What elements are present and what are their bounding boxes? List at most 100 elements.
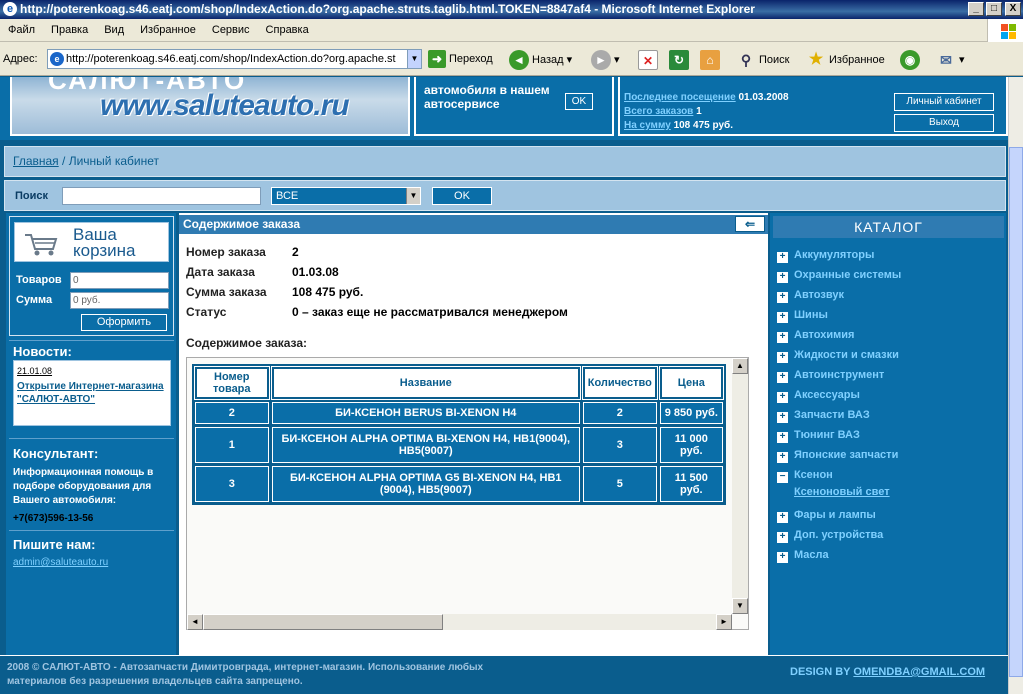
catalog-item-label[interactable]: Запчасти ВАЗ: [794, 409, 870, 421]
table-cell: 1: [195, 427, 269, 463]
search-icon: ⚲: [736, 50, 756, 70]
expand-icon[interactable]: +: [777, 412, 788, 423]
page-scrollbar[interactable]: [1008, 77, 1023, 694]
catalog-item-label[interactable]: Фары и лампы: [794, 509, 876, 521]
breadcrumb-current: Личный кабинет: [68, 154, 159, 168]
close-button[interactable]: X: [1005, 2, 1021, 16]
catalog-item-label[interactable]: Охранные системы: [794, 269, 901, 281]
scroll-down-icon[interactable]: ▼: [732, 598, 748, 614]
site-logo[interactable]: САЛЮТ-АВТО www.saluteauto.ru: [10, 77, 410, 136]
search-input[interactable]: [62, 187, 261, 205]
go-button[interactable]: ➜ Переход: [428, 50, 493, 70]
scroll-right-icon[interactable]: ►: [716, 614, 732, 630]
chevron-down-icon[interactable]: ▼: [406, 188, 420, 204]
menu-file[interactable]: Файл: [0, 19, 43, 41]
last-visit-link[interactable]: Последнее посещение: [624, 92, 736, 103]
catalog-item-label[interactable]: Тюнинг ВАЗ: [794, 429, 860, 441]
catalog-item[interactable]: + Запчасти ВАЗ: [777, 409, 870, 423]
catalog-item-label[interactable]: Жидкости и смазки: [794, 349, 899, 361]
scroll-left-icon[interactable]: ◄: [187, 614, 203, 630]
expand-icon[interactable]: +: [777, 432, 788, 443]
catalog-item[interactable]: + Масла: [777, 549, 829, 563]
expand-icon[interactable]: +: [777, 312, 788, 323]
design-email-link[interactable]: OMENDBA@GMAIL.COM: [853, 666, 985, 678]
search-category-select[interactable]: ВСЕ ▼: [271, 187, 421, 205]
scroll-up-icon[interactable]: ▲: [732, 358, 748, 374]
cart-header[interactable]: Ваша корзина: [14, 222, 169, 262]
catalog-item-label[interactable]: Автозвук: [794, 289, 844, 301]
expand-icon[interactable]: +: [777, 372, 788, 383]
catalog-item[interactable]: + Автоинструмент: [777, 369, 884, 383]
menu-favorites[interactable]: Избранное: [132, 19, 204, 41]
home-button[interactable]: ⌂: [700, 50, 723, 70]
sum-link[interactable]: На сумму: [624, 120, 671, 131]
expand-icon[interactable]: +: [777, 352, 788, 363]
expand-icon[interactable]: +: [777, 292, 788, 303]
search-ok-button[interactable]: OK: [432, 187, 492, 205]
checkout-button[interactable]: Оформить: [81, 314, 167, 331]
catalog-item-label[interactable]: Доп. устройства: [794, 529, 883, 541]
expand-icon[interactable]: +: [777, 272, 788, 283]
media-button[interactable]: ◉: [900, 50, 923, 70]
forward-button[interactable]: ► ▾: [591, 50, 620, 70]
catalog-item[interactable]: + Фары и лампы: [777, 509, 876, 523]
menu-tools[interactable]: Сервис: [204, 19, 258, 41]
catalog-item-label[interactable]: Масла: [794, 549, 829, 561]
table-vertical-scrollbar[interactable]: ▲ ▼: [732, 358, 748, 614]
catalog-item-label[interactable]: Автоинструмент: [794, 369, 884, 381]
menu-edit[interactable]: Правка: [43, 19, 96, 41]
expand-icon[interactable]: +: [777, 252, 788, 263]
contact-email-link[interactable]: admin@saluteauto.ru: [13, 557, 108, 568]
table-horizontal-scrollbar[interactable]: ◄ ►: [187, 614, 732, 630]
stop-button[interactable]: ✕: [638, 50, 661, 70]
expand-icon[interactable]: +: [777, 552, 788, 563]
refresh-icon: ↻: [669, 50, 689, 70]
minimize-button[interactable]: _: [968, 2, 984, 16]
maximize-button[interactable]: □: [986, 2, 1002, 16]
back-arrow-icon: ◄: [509, 50, 529, 70]
catalog-item[interactable]: + Доп. устройства: [777, 529, 883, 543]
breadcrumb-home[interactable]: Главная: [13, 154, 59, 168]
news-link[interactable]: Открытие Интернет-магазина "САЛЮТ-АВТО": [17, 380, 167, 406]
expand-icon[interactable]: +: [777, 512, 788, 523]
expand-icon[interactable]: +: [777, 332, 788, 343]
promo-ok-button[interactable]: OK: [565, 93, 593, 110]
back-button[interactable]: ◄ Назад ▾: [509, 50, 572, 70]
catalog-item[interactable]: − Ксенон Ксеноновый свет: [777, 469, 890, 498]
catalog-item[interactable]: + Японские запчасти: [777, 449, 898, 463]
orders-total-link[interactable]: Всего заказов: [624, 106, 693, 117]
catalog-item-label[interactable]: Аккумуляторы: [794, 249, 874, 261]
expand-icon[interactable]: +: [777, 532, 788, 543]
horizontal-scrollbar-thumb[interactable]: [203, 614, 443, 630]
catalog-item[interactable]: + Тюнинг ВАЗ: [777, 429, 860, 443]
cabinet-button[interactable]: Личный кабинет: [894, 93, 994, 111]
catalog-item[interactable]: + Жидкости и смазки: [777, 349, 899, 363]
address-dropdown-icon[interactable]: ▼: [407, 50, 421, 68]
catalog-item[interactable]: + Аксессуары: [777, 389, 860, 403]
favorites-button[interactable]: ★ Избранное: [806, 50, 885, 70]
catalog-item-label[interactable]: Японские запчасти: [794, 449, 898, 461]
catalog-item-label[interactable]: Ксенон: [794, 469, 833, 481]
back-arrow-icon[interactable]: ⇐: [735, 216, 765, 232]
catalog-item[interactable]: + Автохимия: [777, 329, 854, 343]
catalog-item[interactable]: + Шины: [777, 309, 828, 323]
catalog-subitem[interactable]: Ксеноновый свет: [777, 486, 890, 498]
menu-view[interactable]: Вид: [96, 19, 132, 41]
menu-help[interactable]: Справка: [258, 19, 317, 41]
address-input[interactable]: e http://poterenkoag.s46.eatj.com/shop/I…: [47, 49, 422, 69]
catalog-item[interactable]: + Аккумуляторы: [777, 249, 874, 263]
catalog-item-label[interactable]: Автохимия: [794, 329, 854, 341]
catalog-item[interactable]: + Автозвук: [777, 289, 844, 303]
logout-button[interactable]: Выход: [894, 114, 994, 132]
news-date: 21.01.08: [17, 366, 53, 376]
mail-button[interactable]: ✉ ▾: [936, 50, 965, 70]
catalog-item-label[interactable]: Шины: [794, 309, 828, 321]
search-button[interactable]: ⚲ Поиск: [736, 50, 789, 70]
catalog-item[interactable]: + Охранные системы: [777, 269, 901, 283]
expand-icon[interactable]: +: [777, 392, 788, 403]
refresh-button[interactable]: ↻: [669, 50, 692, 70]
catalog-item-label[interactable]: Аксессуары: [794, 389, 860, 401]
collapse-icon[interactable]: −: [777, 472, 788, 483]
expand-icon[interactable]: +: [777, 452, 788, 463]
page-scrollbar-thumb[interactable]: [1009, 147, 1023, 677]
